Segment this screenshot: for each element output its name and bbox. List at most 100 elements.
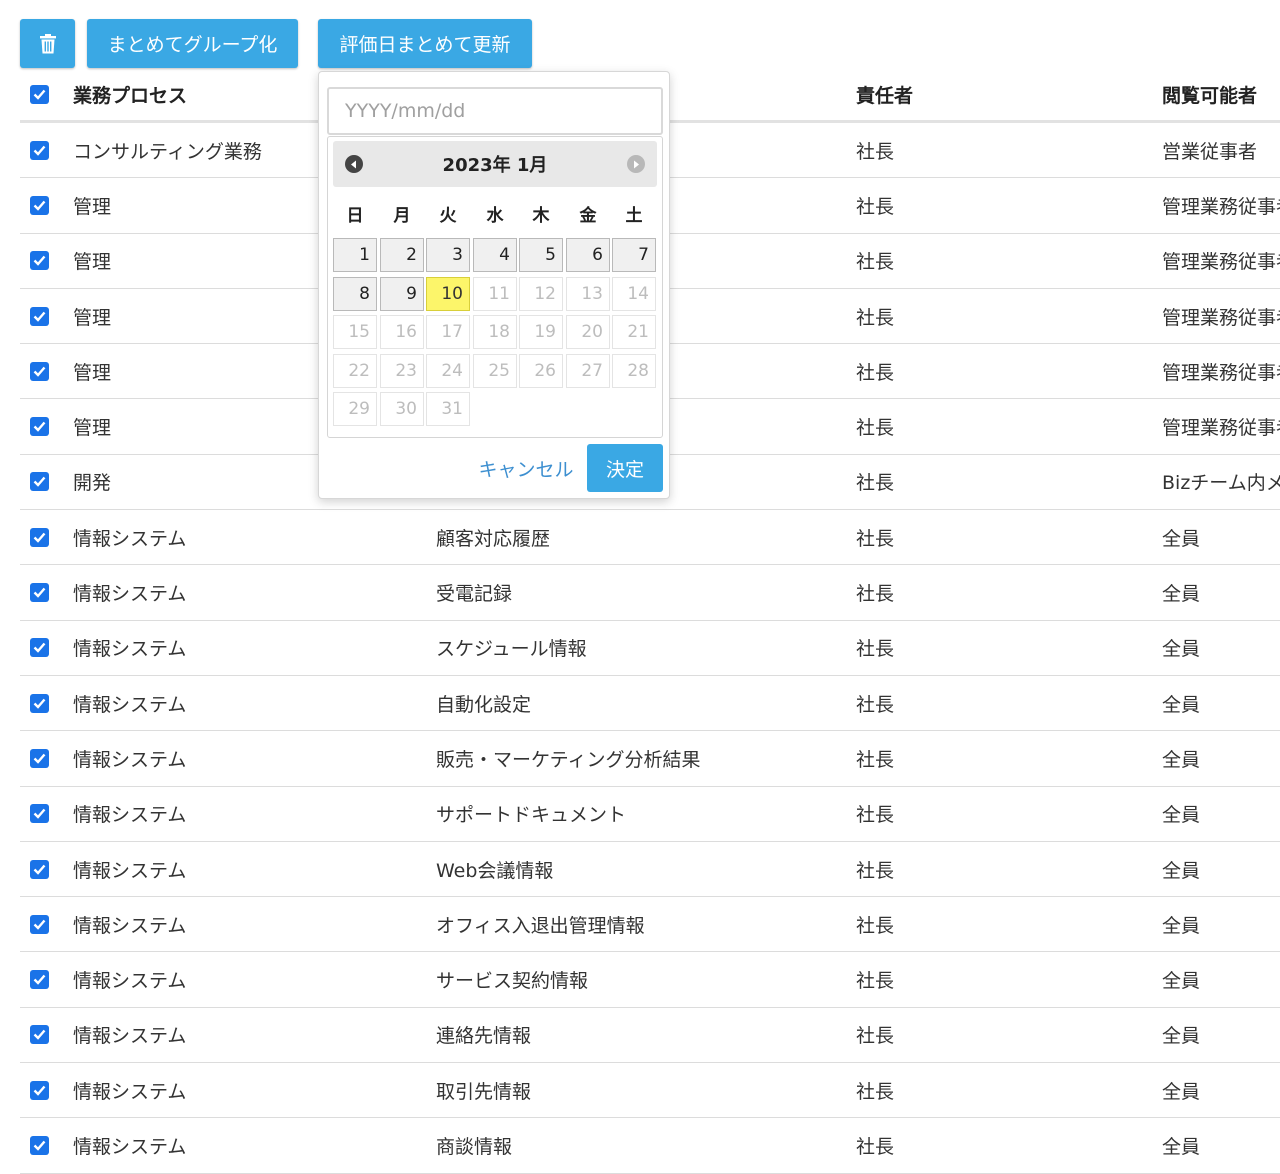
check-icon — [33, 919, 46, 930]
table-row[interactable]: 情報システム 受電記録 社長 全員 — [20, 565, 1280, 621]
row-checkbox[interactable] — [30, 1025, 49, 1045]
cell-asset: サポートドキュメント — [436, 804, 627, 827]
cell-process: 情報システム — [73, 1025, 187, 1048]
check-icon — [33, 532, 46, 543]
check-icon — [33, 477, 46, 488]
row-checkbox[interactable] — [30, 251, 49, 271]
row-checkbox[interactable] — [30, 527, 49, 547]
cell-viewer: 管理業務従事者 — [1162, 306, 1280, 329]
row-checkbox[interactable] — [30, 472, 49, 492]
row-checkbox[interactable] — [30, 140, 49, 160]
cell-asset: 商談情報 — [436, 1135, 513, 1158]
select-all-checkbox[interactable] — [30, 84, 49, 104]
calendar-day: 18 — [473, 315, 517, 349]
cell-viewer: 営業従事者 — [1162, 140, 1258, 163]
check-icon — [33, 1030, 46, 1041]
table-row[interactable]: 情報システム Web会議情報 社長 全員 — [20, 842, 1280, 898]
check-icon — [33, 698, 46, 709]
group-all-button[interactable]: まとめてグループ化 — [87, 19, 298, 68]
cell-owner: 社長 — [856, 970, 895, 993]
cell-owner: 社長 — [856, 472, 895, 495]
header-viewer[interactable]: 閲覧可能者 — [1162, 68, 1280, 120]
cell-owner: 社長 — [856, 361, 895, 384]
cell-process: 情報システム — [73, 914, 187, 937]
header-owner[interactable]: 責任者 — [856, 68, 1136, 120]
calendar-day-today[interactable]: 10 — [426, 276, 470, 311]
cell-process: 情報システム — [73, 748, 187, 771]
cell-asset: Web会議情報 — [436, 859, 554, 882]
cell-process: 情報システム — [73, 583, 187, 606]
table-row[interactable]: 情報システム 顧客対応履歴 社長 全員 — [20, 510, 1280, 566]
cancel-button[interactable]: キャンセル — [476, 444, 576, 492]
calendar-day: 30 — [380, 392, 424, 426]
cell-owner: 社長 — [856, 195, 895, 218]
cell-asset: オフィス入退出管理情報 — [436, 914, 645, 937]
cell-process: 情報システム — [73, 970, 187, 993]
cell-asset: サービス契約情報 — [436, 970, 589, 993]
calendar-day[interactable]: 5 — [519, 238, 563, 272]
cell-asset: 受電記録 — [436, 583, 513, 606]
row-checkbox[interactable] — [30, 638, 49, 658]
cell-process: 情報システム — [73, 1135, 187, 1158]
confirm-button[interactable]: 決定 — [587, 444, 663, 492]
cell-owner: 社長 — [856, 306, 895, 329]
cell-owner: 社長 — [856, 527, 895, 550]
table-row[interactable]: 情報システム 商談情報 社長 全員 — [20, 1118, 1280, 1174]
calendar-day: 26 — [519, 353, 563, 388]
cell-process: 情報システム — [73, 527, 187, 550]
cell-owner: 社長 — [856, 583, 895, 606]
calendar: 2023年 1月 日月火水木金土 1 2 3 4 5 6 7 8 9 10 11 12 13 14 15 16 1… — [327, 136, 663, 438]
row-checkbox[interactable] — [30, 1080, 49, 1100]
weekday-label: 金 — [579, 206, 597, 226]
table-row[interactable]: 情報システム 連絡先情報 社長 全員 — [20, 1008, 1280, 1064]
cell-viewer: 全員 — [1162, 859, 1201, 882]
check-icon — [33, 808, 46, 819]
calendar-day[interactable]: 1 — [333, 238, 377, 272]
row-checkbox[interactable] — [30, 914, 49, 934]
row-checkbox[interactable] — [30, 361, 49, 381]
row-checkbox[interactable] — [30, 417, 49, 437]
row-checkbox[interactable] — [30, 306, 49, 326]
row-checkbox[interactable] — [30, 804, 49, 824]
row-checkbox[interactable] — [30, 859, 49, 879]
table-row[interactable]: 情報システム 取引先情報 社長 全員 — [20, 1063, 1280, 1119]
cell-owner: 社長 — [856, 748, 895, 771]
cell-asset: 取引先情報 — [436, 1080, 532, 1103]
weekday-label: 火 — [439, 206, 457, 226]
table-row[interactable]: 情報システム オフィス入退出管理情報 社長 全員 — [20, 897, 1280, 953]
cell-process: 情報システム — [73, 1080, 187, 1103]
cell-owner: 社長 — [856, 1135, 895, 1158]
check-icon — [33, 643, 46, 654]
table-row[interactable]: 情報システム 自動化設定 社長 全員 — [20, 676, 1280, 732]
calendar-day[interactable]: 6 — [566, 238, 610, 272]
calendar-day[interactable]: 4 — [473, 238, 517, 272]
cell-asset: スケジュール情報 — [436, 638, 587, 661]
row-checkbox[interactable] — [30, 970, 49, 990]
table-row[interactable]: 情報システム サポートドキュメント 社長 全員 — [20, 787, 1280, 842]
calendar-day[interactable]: 9 — [380, 276, 424, 311]
row-checkbox[interactable] — [30, 748, 49, 768]
row-checkbox[interactable] — [30, 583, 49, 603]
cell-owner: 社長 — [856, 251, 895, 274]
check-icon — [33, 145, 46, 156]
cell-owner: 社長 — [856, 417, 895, 440]
date-input[interactable] — [327, 87, 663, 135]
calendar-day[interactable]: 7 — [612, 238, 656, 272]
cell-viewer: 全員 — [1162, 583, 1201, 606]
row-checkbox[interactable] — [30, 195, 49, 215]
cell-owner: 社長 — [856, 1025, 895, 1048]
chevron-left-icon[interactable] — [345, 155, 363, 173]
cell-viewer: 全員 — [1162, 970, 1201, 993]
table-row[interactable]: 情報システム スケジュール情報 社長 全員 — [20, 621, 1280, 676]
table-row[interactable]: 情報システム サービス契約情報 社長 全員 — [20, 952, 1280, 1008]
table-row[interactable]: 情報システム 販売・マーケティング分析結果 社長 全員 — [20, 731, 1280, 787]
calendar-day[interactable]: 2 — [380, 238, 424, 272]
bulk-update-eval-date-button[interactable]: 評価日まとめて更新 — [318, 19, 532, 68]
calendar-day[interactable]: 8 — [333, 276, 377, 311]
row-checkbox[interactable] — [30, 693, 49, 713]
delete-button[interactable] — [20, 19, 75, 68]
check-icon — [33, 311, 46, 322]
trash-icon — [39, 33, 56, 53]
row-checkbox[interactable] — [30, 1135, 49, 1155]
calendar-day[interactable]: 3 — [426, 238, 470, 272]
